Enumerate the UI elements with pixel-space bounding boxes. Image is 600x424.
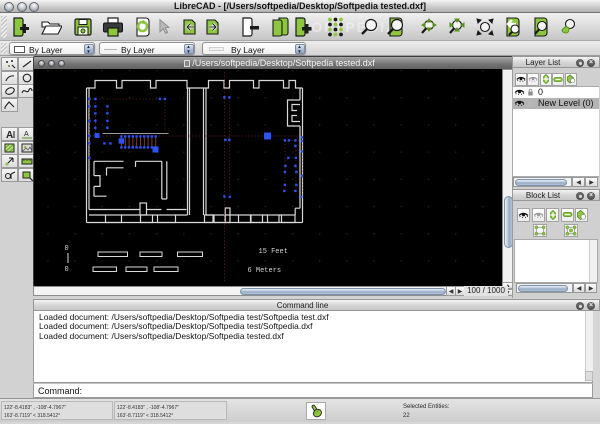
svg-text:A: A <box>24 131 29 138</box>
svg-text:0: 0 <box>65 245 69 253</box>
svg-text:A: A <box>6 130 13 140</box>
svg-text:0: 0 <box>65 266 69 274</box>
svg-text:6 Meters: 6 Meters <box>248 267 282 275</box>
svg-text:15 Feet: 15 Feet <box>259 248 288 256</box>
